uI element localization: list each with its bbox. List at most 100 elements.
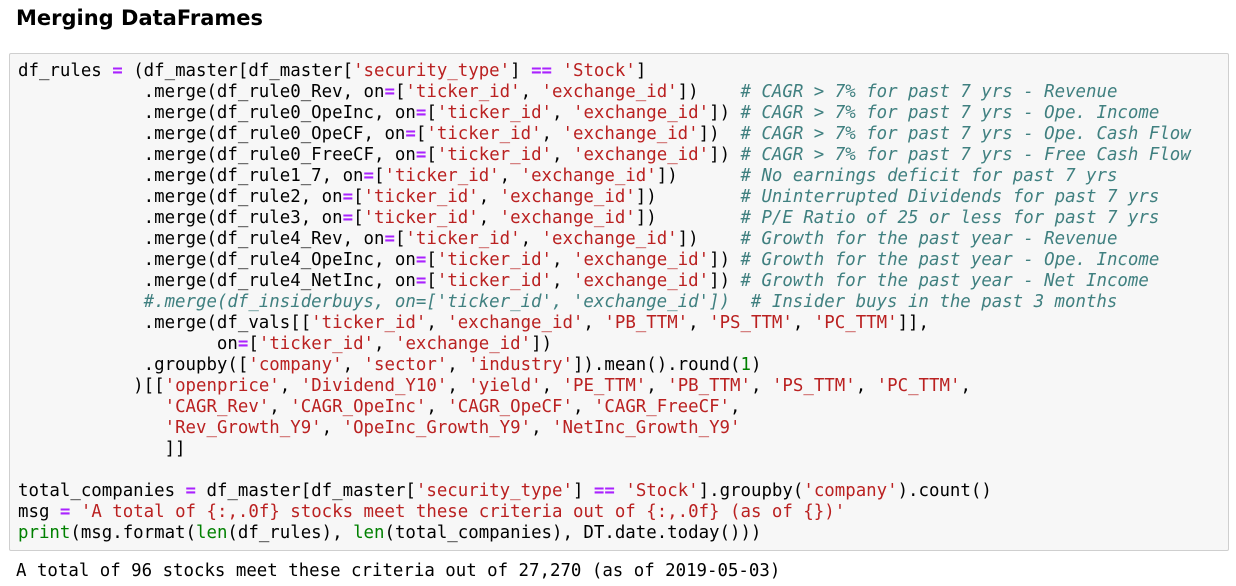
- code-token: 'exchange_id': [541, 82, 678, 102]
- code-token: ,: [572, 397, 594, 417]
- code-token: (df_master[df_master[: [122, 61, 354, 81]
- code-token: [: [426, 271, 437, 291]
- code-token: 'CAGR_OpeInc': [290, 397, 427, 417]
- code-token: 'ticker_id': [436, 250, 553, 270]
- code-line: .merge(df_rule4_NetInc, on=['ticker_id',…: [18, 271, 1191, 292]
- code-token: =: [405, 124, 416, 144]
- code-token: df_rules: [18, 61, 113, 81]
- code-token: 'ticker_id': [384, 166, 500, 186]
- code-token: # Growth for the past year - Ope. Income: [740, 250, 1160, 270]
- code-token: 'CAGR_FreeCF': [593, 397, 731, 417]
- code-line: .groupby(['company', 'sector', 'industry…: [18, 355, 1191, 376]
- code-line: msg = 'A total of {:,.0f} stocks meet th…: [18, 502, 1191, 523]
- code-token: [: [426, 250, 437, 270]
- code-token: 'PC_TTM': [876, 376, 961, 396]
- code-token: 'Dividend_Y10': [300, 376, 448, 396]
- code-token: ): [750, 355, 762, 375]
- code-token: ,: [499, 166, 521, 186]
- code-token: ,: [520, 229, 542, 249]
- code-token: ==: [531, 61, 553, 81]
- code-token: 'PB_TTM': [604, 313, 689, 333]
- code-token: ,: [269, 397, 291, 417]
- code-token: ]): [677, 229, 741, 249]
- code-token: 'PS_TTM': [771, 376, 856, 396]
- section-heading: Merging DataFrames: [16, 6, 263, 30]
- code-token: =: [342, 187, 354, 207]
- code-token: 'CAGR_OpeCF': [447, 397, 573, 417]
- code-token: print: [18, 523, 71, 543]
- code-token: ,: [552, 103, 573, 123]
- code-token: 'ticker_id': [436, 271, 553, 291]
- code-token: 'PS_TTM': [709, 313, 793, 333]
- code-token: .merge(df_rule0_FreeCF, on: [18, 145, 416, 165]
- code-token: # P/E Ratio of 25 or less for past 7 yrs: [740, 208, 1160, 228]
- code-token: ]): [531, 334, 553, 354]
- code-token: ).count(): [897, 481, 992, 501]
- code-line: )[['openprice', 'Dividend_Y10', 'yield',…: [18, 376, 1191, 397]
- code-token: =: [384, 82, 395, 102]
- code-token: ,: [792, 313, 814, 333]
- code-token: # CAGR > 7% for past 7 yrs - Ope. Income: [740, 103, 1160, 123]
- code-token: .merge(df_rule3, on: [18, 208, 343, 228]
- code-token: =: [363, 166, 374, 186]
- code-line: ]]: [18, 439, 1191, 460]
- code-token: ,: [342, 355, 364, 375]
- code-token: [: [248, 334, 259, 354]
- code-token: 'exchange_id': [447, 313, 584, 333]
- code-token: ]): [709, 145, 741, 165]
- code-token: .merge(df_rule4_OpeInc, on: [18, 250, 416, 270]
- code-token: [: [394, 229, 406, 249]
- code-token: ]): [677, 82, 741, 102]
- code-token: 'yield': [468, 376, 542, 396]
- code-token: .merge(df_rule2, on: [18, 187, 343, 207]
- code-token: 'security_type': [353, 61, 511, 81]
- code-token: ,: [855, 376, 877, 396]
- code-token: # CAGR > 7% for past 7 yrs - Revenue: [740, 82, 1118, 102]
- code-token: [: [353, 187, 364, 207]
- code-token: 'ticker_id': [363, 208, 479, 228]
- code-token: =: [237, 334, 249, 354]
- code-token: 'exchange_id': [572, 271, 710, 291]
- code-token: 'NetInc_Growth_Y9': [552, 418, 741, 438]
- code-token: ,: [751, 376, 772, 396]
- code-token: ==: [593, 481, 615, 501]
- code-token: 'A total of {:,.0f} stocks meet these cr…: [80, 502, 846, 522]
- code-token: 'exchange_id': [499, 208, 636, 228]
- code-token: [: [426, 145, 437, 165]
- code-token: 'ticker_id': [405, 229, 521, 249]
- code-editor[interactable]: df_rules = (df_master[df_master['securit…: [18, 61, 1191, 544]
- code-token: ,: [583, 313, 605, 333]
- code-token: len: [196, 523, 228, 543]
- code-token: ,: [478, 187, 500, 207]
- code-token: 'exchange_id': [541, 229, 678, 249]
- code-token: # CAGR > 7% for past 7 yrs - Free Cash F…: [740, 145, 1191, 165]
- code-token: 'PC_TTM': [813, 313, 898, 333]
- code-cell[interactable]: df_rules = (df_master[df_master['securit…: [9, 53, 1229, 551]
- code-token: (total_companies), DT.date.today())): [384, 523, 762, 543]
- code-token: .merge(df_rule0_OpeCF, on: [18, 124, 406, 144]
- code-token: ,: [730, 397, 741, 417]
- code-token: ]],: [897, 313, 929, 333]
- code-token: 'ticker_id': [426, 124, 542, 144]
- code-token: ]).mean().round(: [572, 355, 741, 375]
- code-token: ]): [635, 208, 741, 228]
- code-line: .merge(df_rule3, on=['ticker_id', 'excha…: [18, 208, 1191, 229]
- code-token: =: [112, 61, 123, 81]
- code-token: 'industry': [468, 355, 573, 375]
- code-token: ,: [646, 376, 668, 396]
- cell-output: A total of 96 stocks meet these criteria…: [16, 561, 781, 581]
- code-token: 'company': [248, 355, 343, 375]
- code-line: .merge(df_rule0_OpeInc, on=['ticker_id',…: [18, 103, 1191, 124]
- code-token: [: [426, 103, 437, 123]
- code-token: 'ticker_id': [363, 187, 479, 207]
- code-token: df_master[df_master[: [196, 481, 416, 501]
- code-line: total_companies = df_master[df_master['s…: [18, 481, 1191, 502]
- code-token: 'PE_TTM': [562, 376, 647, 396]
- code-token: ,: [279, 376, 301, 396]
- code-token: ]): [635, 187, 741, 207]
- code-token: .merge(df_rule1_7, on: [18, 166, 364, 186]
- code-token: 'ticker_id': [311, 313, 427, 333]
